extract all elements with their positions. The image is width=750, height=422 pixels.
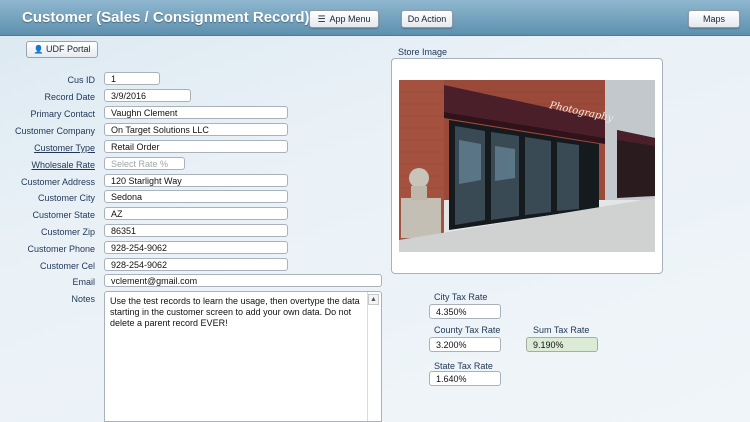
label-email: Email [72, 277, 95, 287]
notes-scrollbar[interactable] [367, 292, 381, 421]
wholesale-rate-select[interactable]: Select Rate % [104, 157, 185, 170]
title-bar: Customer (Sales / Consignment Record) ☰ A… [0, 0, 750, 36]
store-image-container[interactable]: Photography [391, 58, 663, 274]
customer-zip-field[interactable]: 86351 [104, 224, 288, 237]
customer-cel-field[interactable]: 928-254-9062 [104, 258, 288, 271]
label-customer-company: Customer Company [14, 126, 95, 136]
customer-state-field[interactable]: AZ [104, 207, 288, 220]
primary-contact-field[interactable]: Vaughn Clement [104, 106, 288, 119]
label-primary-contact: Primary Contact [30, 109, 95, 119]
label-customer-city: Customer City [37, 193, 95, 203]
label-cus-id: Cus ID [67, 75, 95, 85]
cus-id-field[interactable]: 1 [104, 72, 160, 85]
label-notes: Notes [71, 294, 95, 304]
city-tax-rate-label: City Tax Rate [434, 292, 488, 302]
notes-textarea[interactable]: Use the test records to learn the usage,… [104, 291, 382, 422]
scroll-up-icon[interactable]: ▲ [368, 294, 379, 305]
store-photo: Photography [399, 80, 655, 252]
page-title: Customer (Sales / Consignment Record) [22, 9, 310, 26]
store-image-label: Store Image [398, 47, 448, 57]
label-customer-cel: Customer Cel [39, 261, 95, 271]
county-tax-rate-field[interactable]: 3.200% [429, 337, 501, 352]
city-tax-rate-field[interactable]: 4.350% [429, 304, 501, 319]
app-menu-button[interactable]: ☰ App Menu [309, 10, 379, 28]
udf-portal-label: UDF Portal [45, 44, 91, 54]
list-icon: ☰ [317, 14, 326, 24]
email-field[interactable]: vclement@gmail.com [104, 274, 382, 287]
customer-city-field[interactable]: Sedona [104, 190, 288, 203]
sum-tax-rate-field: 9.190% [526, 337, 598, 352]
county-tax-rate-label: County Tax Rate [434, 325, 501, 335]
state-tax-rate-label: State Tax Rate [434, 361, 493, 371]
label-customer-zip: Customer Zip [40, 227, 95, 237]
label-customer-address: Customer Address [20, 177, 95, 187]
customer-company-field[interactable]: On Target Solutions LLC [104, 123, 288, 136]
app-menu-label: App Menu [329, 14, 371, 24]
label-record-date: Record Date [44, 92, 95, 102]
label-customer-phone: Customer Phone [27, 244, 95, 254]
state-tax-rate-field[interactable]: 1.640% [429, 371, 501, 386]
maps-button[interactable]: Maps [688, 10, 740, 28]
wholesale-rate-link[interactable]: Wholesale Rate [0, 160, 95, 170]
record-date-field[interactable]: 3/9/2016 [104, 89, 191, 102]
udf-portal-button[interactable]: 👤 UDF Portal [26, 41, 98, 58]
customer-phone-field[interactable]: 928-254-9062 [104, 241, 288, 254]
customer-address-field[interactable]: 120 Starlight Way [104, 174, 288, 187]
sum-tax-rate-label: Sum Tax Rate [533, 325, 590, 335]
do-action-button[interactable]: Do Action [401, 10, 453, 28]
customer-type-link[interactable]: Customer Type [0, 143, 95, 153]
user-icon: 👤 [33, 45, 44, 54]
notes-text: Use the test records to learn the usage,… [110, 296, 360, 328]
label-customer-state: Customer State [32, 210, 95, 220]
customer-type-field[interactable]: Retail Order [104, 140, 288, 153]
